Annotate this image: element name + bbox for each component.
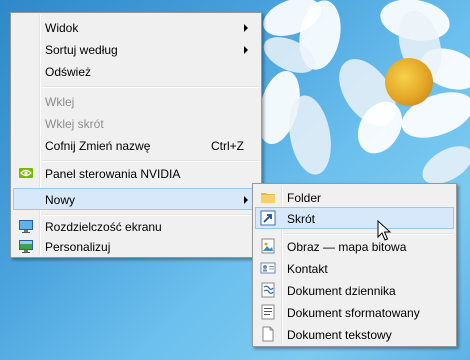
menu-item-sort-by[interactable]: Sortuj według <box>13 38 259 60</box>
submenu-arrow-icon <box>244 24 248 32</box>
submenu-item-contact[interactable]: Kontakt <box>255 257 454 279</box>
menu-item-paste: Wklej <box>45 95 75 109</box>
new-submenu: Folder Skrót Obraz — mapa bitowa Kontakt <box>252 183 457 347</box>
menu-item-new[interactable]: Nowy <box>13 188 259 210</box>
menu-item-paste-shortcut: Wklej skrót <box>45 117 104 131</box>
submenu-item-shortcut[interactable]: Skrót <box>255 207 454 229</box>
menu-item-refresh[interactable]: Odśwież <box>13 60 259 82</box>
contact-icon <box>260 262 276 274</box>
bitmap-icon <box>261 238 275 254</box>
nvidia-icon <box>19 168 33 178</box>
folder-icon <box>261 193 275 203</box>
desktop-context-menu: Widok Sortuj według Odśwież Wklej Wklej … <box>10 12 262 258</box>
mouse-cursor-icon <box>377 220 391 241</box>
submenu-arrow-icon <box>244 196 248 204</box>
rtf-icon <box>261 304 275 320</box>
submenu-arrow-icon <box>244 46 248 54</box>
monitor-icon <box>19 220 33 233</box>
submenu-item-rtf[interactable]: Dokument sformatowany <box>255 301 454 323</box>
menu-separator <box>42 86 259 88</box>
menu-item-undo-rename[interactable]: Cofnij Zmień nazwę Ctrl+Z <box>13 134 259 156</box>
shortcut-label: Ctrl+Z <box>211 139 244 153</box>
submenu-item-bitmap[interactable]: Obraz — mapa bitowa <box>255 235 454 257</box>
menu-item-nvidia-control-panel[interactable]: Panel sterowania NVIDIA <box>13 162 259 184</box>
journal-icon <box>261 282 275 298</box>
menu-item-screen-resolution[interactable]: Rozdzielczość ekranu <box>13 215 259 237</box>
text-doc-icon <box>262 326 274 342</box>
shortcut-icon <box>260 210 276 226</box>
personalize-icon <box>19 240 33 253</box>
submenu-item-text-document[interactable]: Dokument tekstowy <box>255 323 454 345</box>
submenu-item-folder[interactable]: Folder <box>255 186 454 208</box>
flower-center <box>385 58 433 106</box>
menu-item-view[interactable]: Widok <box>13 16 259 38</box>
menu-item-personalize[interactable]: Personalizuj <box>13 235 259 257</box>
submenu-item-journal[interactable]: Dokument dziennika <box>255 279 454 301</box>
